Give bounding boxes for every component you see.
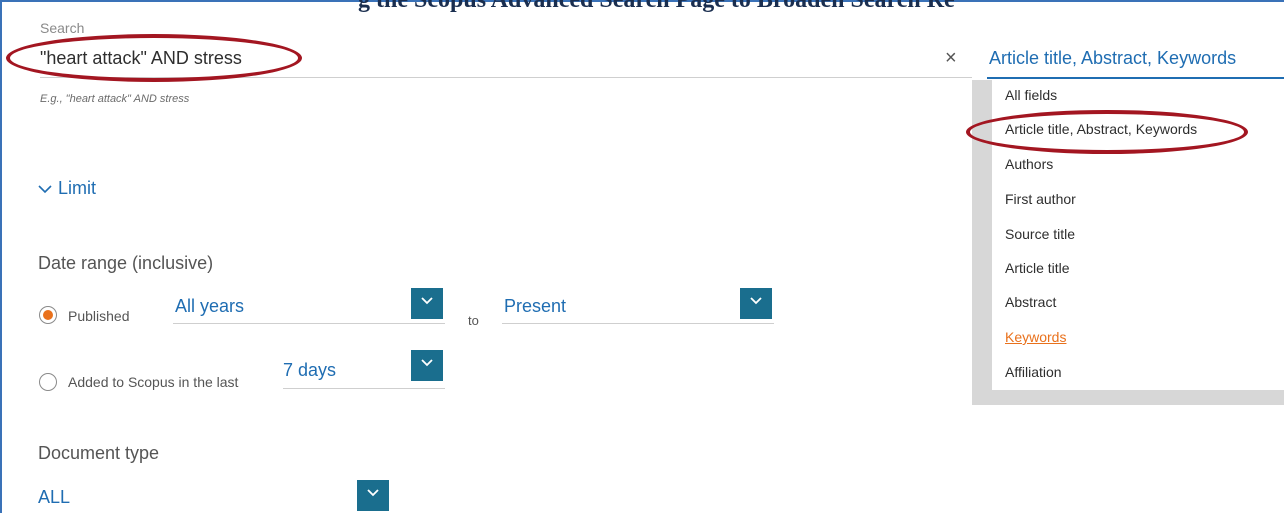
search-example-hint: E.g., "heart attack" AND stress bbox=[40, 93, 190, 105]
dropdown-option-article-title[interactable]: Article title bbox=[1005, 260, 1070, 276]
chevron-down-icon bbox=[38, 178, 52, 199]
chevron-down-icon bbox=[421, 359, 433, 367]
document-type-dropdown-button[interactable] bbox=[357, 480, 389, 511]
search-underline bbox=[40, 77, 972, 78]
chevron-down-icon bbox=[421, 297, 433, 305]
dropdown-option-affiliation[interactable]: Affiliation bbox=[1005, 364, 1062, 380]
added-period-select[interactable]: 7 days bbox=[283, 360, 336, 381]
published-radio[interactable] bbox=[39, 306, 57, 324]
chevron-down-icon bbox=[750, 297, 762, 305]
date-range-title: Date range (inclusive) bbox=[38, 253, 214, 273]
to-label: to bbox=[468, 313, 479, 328]
added-radio[interactable] bbox=[39, 373, 57, 391]
close-icon[interactable]: × bbox=[945, 47, 957, 70]
document-type-select[interactable]: ALL bbox=[38, 487, 70, 508]
added-label: Added to Scopus in the last bbox=[68, 374, 239, 390]
field-dropdown-list: All fields Article title, Abstract, Keyw… bbox=[992, 80, 1284, 390]
field-select[interactable]: Article title, Abstract, Keywords bbox=[989, 48, 1236, 69]
added-period-dropdown-button[interactable] bbox=[411, 350, 443, 381]
year-to-underline bbox=[502, 323, 774, 324]
search-label: Search bbox=[40, 20, 85, 36]
dropdown-option-title-abs-key[interactable]: Article title, Abstract, Keywords bbox=[1005, 121, 1197, 137]
year-from-dropdown-button[interactable] bbox=[411, 288, 443, 319]
limit-label: Limit bbox=[58, 178, 97, 198]
field-select-underline bbox=[987, 77, 1284, 79]
dropdown-option-source-title[interactable]: Source title bbox=[1005, 226, 1075, 242]
dropdown-option-authors[interactable]: Authors bbox=[1005, 156, 1053, 172]
dropdown-option-first-author[interactable]: First author bbox=[1005, 191, 1076, 207]
chevron-down-icon bbox=[367, 489, 379, 497]
dropdown-option-all-fields[interactable]: All fields bbox=[1005, 87, 1057, 103]
field-dropdown-menu: All fields Article title, Abstract, Keyw… bbox=[972, 80, 1284, 405]
dropdown-option-abstract[interactable]: Abstract bbox=[1005, 294, 1056, 310]
panel-border-left bbox=[0, 0, 2, 513]
search-input[interactable]: "heart attack" AND stress bbox=[40, 48, 242, 69]
year-to-dropdown-button[interactable] bbox=[740, 288, 772, 319]
page-title-partial: g the Scopus Advanced Search Page to Bro… bbox=[358, 0, 955, 13]
dropdown-option-keywords[interactable]: Keywords bbox=[1005, 329, 1066, 345]
year-from-select[interactable]: All years bbox=[175, 296, 244, 317]
added-period-underline bbox=[283, 388, 445, 389]
published-label: Published bbox=[68, 308, 130, 324]
year-to-select[interactable]: Present bbox=[504, 296, 566, 317]
limit-toggle[interactable]: Limit bbox=[38, 178, 96, 199]
document-type-title: Document type bbox=[38, 443, 160, 463]
year-from-underline bbox=[173, 323, 445, 324]
